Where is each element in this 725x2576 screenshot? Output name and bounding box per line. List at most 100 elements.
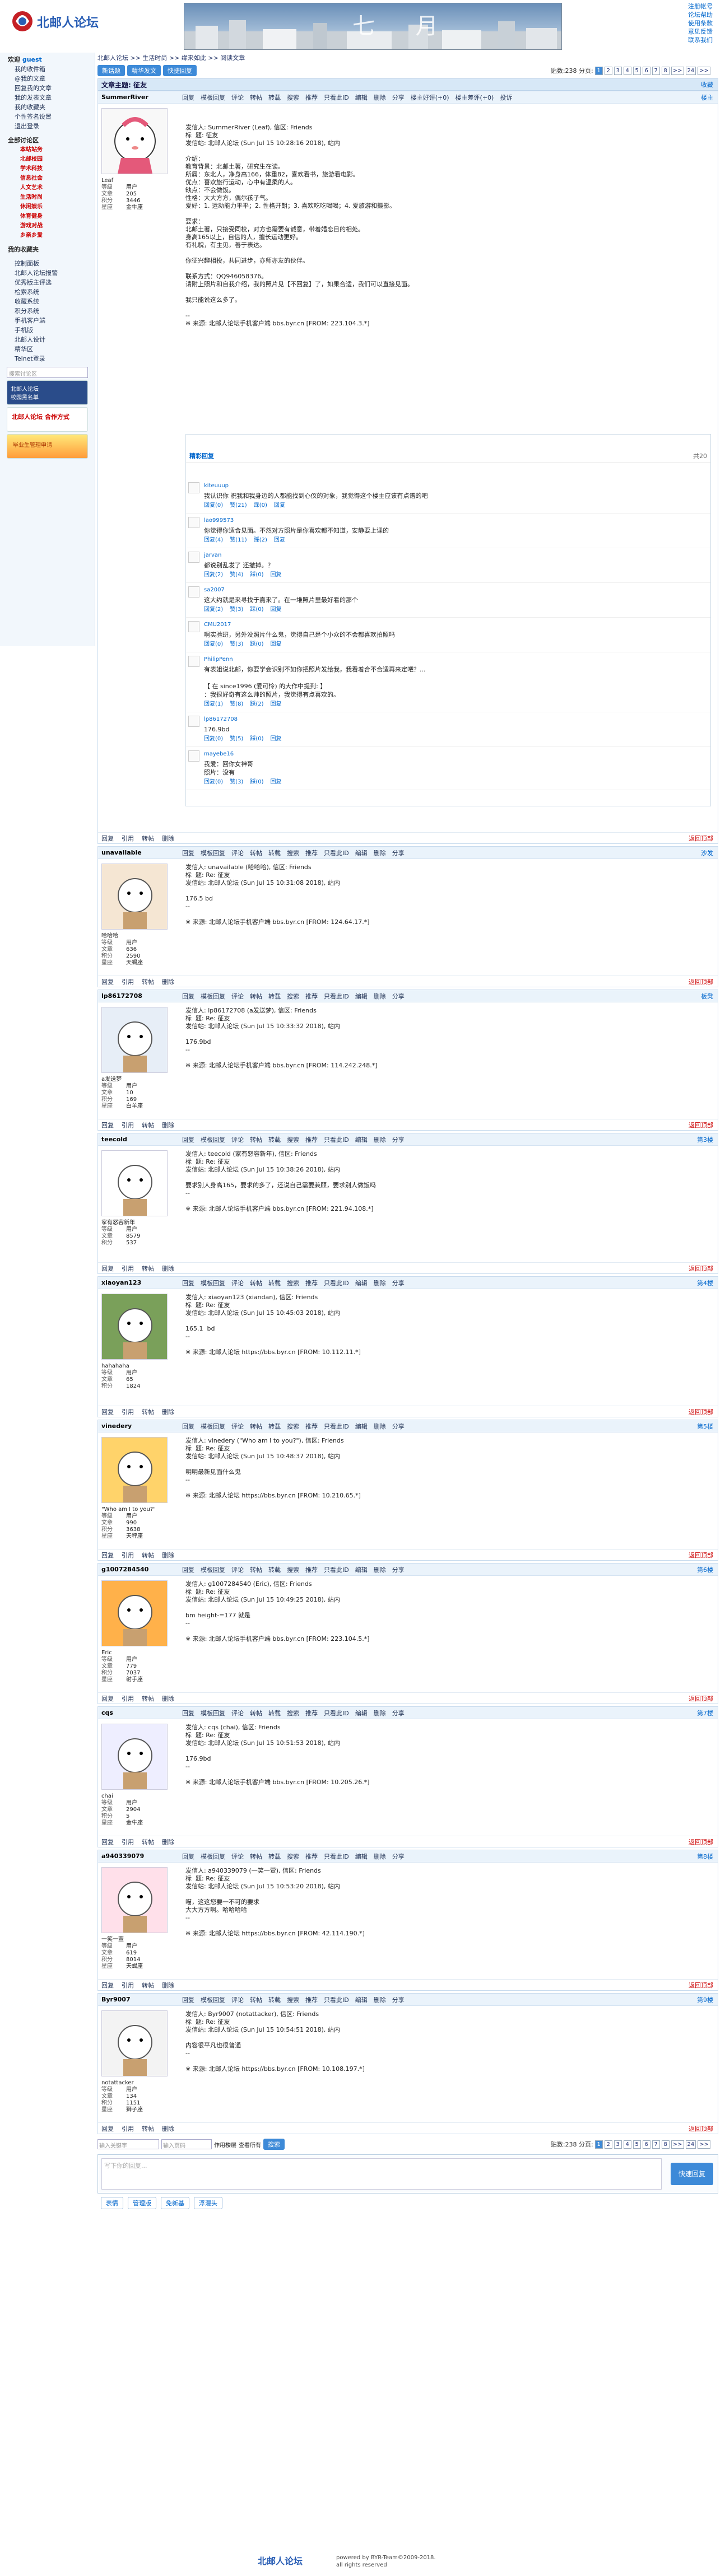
footer-delete[interactable]: 删除 [162, 1407, 174, 1416]
avatar[interactable] [188, 656, 199, 667]
reply-action[interactable]: 踩(2) [254, 536, 267, 544]
page-24[interactable]: 24 [685, 66, 696, 75]
reply-author[interactable]: jarvan [204, 552, 282, 559]
avatar[interactable] [101, 1867, 168, 1933]
avatar[interactable] [188, 482, 199, 493]
reply-action[interactable]: 回复(0) [204, 641, 223, 648]
back-to-top[interactable]: 返回顶部 [689, 2124, 718, 2133]
footer-reply[interactable]: 回复 [101, 1121, 114, 1130]
page-5[interactable]: 5 [633, 66, 641, 75]
reply-action[interactable]: 回复 [274, 502, 285, 510]
top-link[interactable]: 使用条款 [688, 19, 713, 27]
action-item[interactable]: 回复 [182, 1565, 194, 1574]
action-item[interactable]: 搜索 [287, 1709, 299, 1718]
action-item[interactable]: 模板回复 [201, 1135, 225, 1144]
footer-delete[interactable]: 删除 [162, 977, 174, 986]
action-item[interactable]: 只看此ID [324, 1995, 349, 2004]
action-item[interactable]: 推荐 [305, 848, 318, 857]
avatar[interactable] [188, 552, 199, 563]
sidebar-item-posts[interactable]: 我的发表文章 [8, 93, 95, 102]
sidebar-item-inbox[interactable]: 我的收件箱 [8, 64, 95, 74]
reply-action[interactable]: 回复(2) [204, 571, 223, 579]
footer-reply[interactable]: 回复 [101, 1264, 114, 1273]
board-link[interactable]: 学术科技 [8, 164, 95, 174]
sidebar-item-favorites[interactable]: 我的收藏夹 [8, 102, 95, 112]
avatar[interactable] [101, 108, 168, 174]
back-to-top[interactable]: 返回顶部 [689, 1121, 718, 1130]
footer-quote[interactable]: 引用 [122, 1121, 134, 1130]
action-item[interactable]: 只看此ID [324, 1278, 349, 1287]
action-item[interactable]: 推荐 [305, 1995, 318, 2004]
action-item[interactable]: 推荐 [305, 992, 318, 1001]
action-item[interactable]: 只看此ID [324, 1565, 349, 1574]
action-item[interactable]: 只看此ID [324, 1709, 349, 1718]
action-item[interactable]: 评论 [231, 1278, 244, 1287]
footer-delete[interactable]: 删除 [162, 1694, 174, 1703]
menu-item[interactable]: 优秀版主评选 [8, 278, 95, 287]
badge-blacklist[interactable]: 北邮人论坛 校园黑名单 [7, 380, 88, 405]
reply-action[interactable]: 回复 [271, 641, 282, 648]
action-item[interactable]: 评论 [231, 1709, 244, 1718]
action-item[interactable]: 编辑 [355, 1709, 368, 1718]
action-item[interactable]: 只看此ID [324, 1422, 349, 1431]
menu-item[interactable]: 控制面板 [8, 259, 95, 268]
reply-action[interactable]: 赞(4) [230, 571, 243, 579]
action-item[interactable]: 搜索 [287, 992, 299, 1001]
footer-forward[interactable]: 转帖 [142, 1121, 154, 1130]
footer-logo[interactable]: 北邮人论坛 [258, 2554, 325, 2569]
menu-item[interactable]: 北邮人论坛报警 [8, 268, 95, 278]
action-item[interactable]: 删除 [374, 848, 386, 857]
reply-action[interactable]: 回复 [274, 536, 285, 544]
board-link[interactable]: 休闲娱乐 [8, 202, 95, 212]
footer-reply[interactable]: 回复 [101, 1551, 114, 1560]
reply-author[interactable]: lp86172708 [204, 716, 282, 724]
action-item[interactable]: 删除 [374, 1709, 386, 1718]
action-item[interactable]: 推荐 [305, 1852, 318, 1861]
action-repost[interactable]: 转载 [268, 93, 281, 102]
action-item[interactable]: 删除 [374, 1852, 386, 1861]
submit-reply-button[interactable]: 快速回复 [671, 2163, 713, 2185]
action-item[interactable]: 转载 [268, 1709, 281, 1718]
reply-action[interactable]: 回复 [271, 735, 282, 743]
reply-action[interactable]: 踩(2) [250, 701, 263, 708]
footer-forward[interactable]: 转帖 [142, 1551, 154, 1560]
reply-action[interactable]: 回复 [271, 701, 282, 708]
footer-reply[interactable]: 回复 [101, 1981, 114, 1990]
post-author[interactable]: cqs [98, 1709, 182, 1716]
action-item[interactable]: 转载 [268, 1852, 281, 1861]
action-item[interactable]: 推荐 [305, 1422, 318, 1431]
menu-item[interactable]: 检索系统 [8, 287, 95, 297]
menu-item[interactable]: 手机版 [8, 325, 95, 335]
action-item[interactable]: 搜索 [287, 1422, 299, 1431]
post-author[interactable]: teecold [98, 1136, 182, 1143]
footer-quote[interactable]: 引用 [122, 1837, 134, 1846]
action-item[interactable]: 模板回复 [201, 1995, 225, 2004]
action-item[interactable]: 回复 [182, 1995, 194, 2004]
menu-item[interactable]: 北邮人设计 [8, 335, 95, 344]
top-link[interactable]: 意见反馈 [688, 27, 713, 36]
action-item[interactable]: 评论 [231, 1852, 244, 1861]
action-item[interactable]: 模板回复 [201, 1422, 225, 1431]
action-item[interactable]: 分享 [392, 1278, 405, 1287]
action-item[interactable]: 分享 [392, 1995, 405, 2004]
action-item[interactable]: 转帖 [250, 992, 262, 1001]
reply-author[interactable]: lao999573 [204, 517, 389, 525]
reply-action[interactable]: 踩(0) [250, 778, 263, 786]
action-item[interactable]: 转载 [268, 848, 281, 857]
board-link[interactable]: 游戏对战 [8, 221, 95, 231]
action-item[interactable]: 转载 [268, 1995, 281, 2004]
action-item[interactable]: 搜索 [287, 1278, 299, 1287]
action-item[interactable]: 分享 [392, 1709, 405, 1718]
back-to-top[interactable]: 返回顶部 [689, 1981, 718, 1990]
footer-quote[interactable]: 引用 [122, 977, 134, 986]
action-item[interactable]: 编辑 [355, 1995, 368, 2004]
board-link[interactable]: 人文艺术 [8, 183, 95, 193]
post-author[interactable]: vinedery [98, 1422, 182, 1430]
action-item[interactable]: 模板回复 [201, 1565, 225, 1574]
footer-quote[interactable]: 引用 [122, 1264, 134, 1273]
action-item[interactable]: 模板回复 [201, 848, 225, 857]
action-item[interactable]: 模板回复 [201, 1709, 225, 1718]
reply-action[interactable]: 回复 [271, 606, 282, 614]
badge-cooperation[interactable]: 北邮人论坛 合作方式 [7, 407, 88, 432]
footer-delete[interactable]: 删除 [162, 2124, 174, 2133]
